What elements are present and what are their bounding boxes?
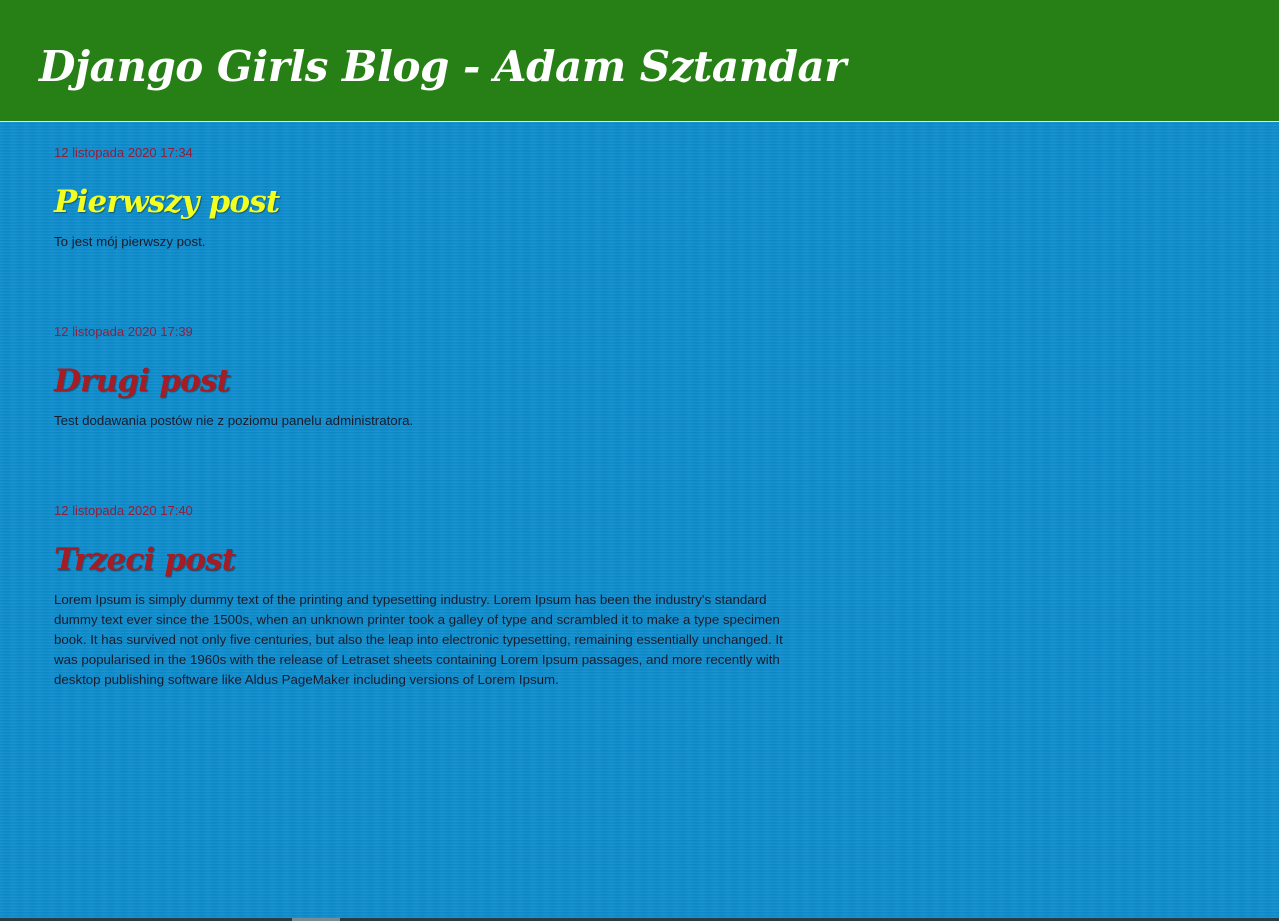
post-text: Test dodawania postów nie z poziomu pane… — [54, 413, 414, 428]
post-text: Lorem Ipsum is simply dummy text of the … — [54, 592, 783, 687]
post-title-link[interactable]: Pierwszy post — [54, 184, 280, 220]
page-header: Django Girls Blog - Adam Sztandar — [0, 0, 1279, 122]
post-date: 12 listopada 2020 17:40 — [54, 503, 193, 518]
post-title-link[interactable]: Drugi post — [54, 363, 231, 399]
post-date: 12 listopada 2020 17:34 — [54, 145, 193, 160]
post-title-link[interactable]: Trzeci post — [54, 542, 236, 578]
post-title: Drugi post — [54, 361, 231, 401]
post-text: To jest mój pierwszy post. — [54, 234, 206, 249]
post-date: 12 listopada 2020 17:39 — [54, 324, 193, 339]
post-title: Trzeci post — [54, 540, 236, 580]
blog-title-link[interactable]: Django Girls Blog - Adam Sztandar — [39, 37, 846, 97]
post-title: Pierwszy post — [54, 182, 280, 222]
